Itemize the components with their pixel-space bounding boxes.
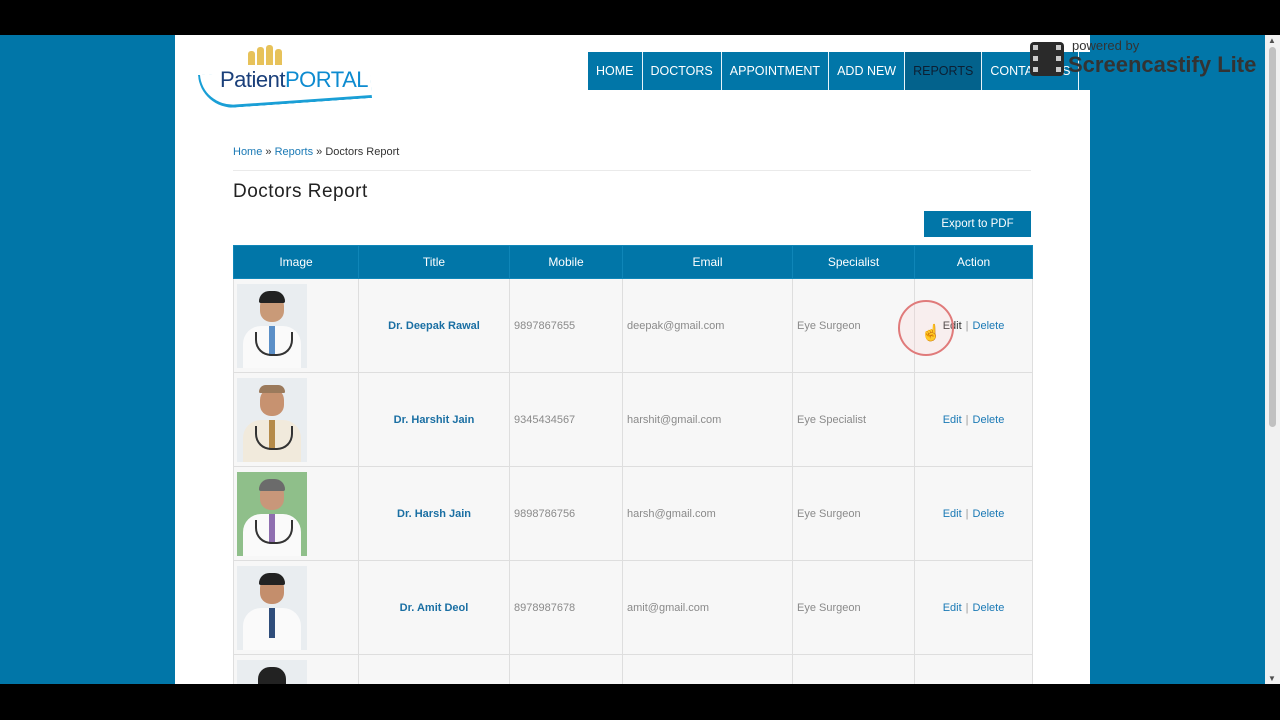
doctor-image-cell bbox=[233, 372, 359, 467]
breadcrumb-separator: » bbox=[262, 146, 275, 158]
breadcrumb-separator: » bbox=[313, 146, 326, 158]
doctor-email: harshit@gmail.com bbox=[622, 372, 793, 467]
column-header-image: Image bbox=[233, 245, 359, 279]
doctor-mobile: 8978987678 bbox=[509, 560, 623, 655]
doctor-mobile: 9345434567 bbox=[509, 372, 623, 467]
page-title: Doctors Report bbox=[233, 181, 368, 202]
breadcrumb-home-link[interactable]: Home bbox=[233, 146, 262, 158]
doctor-specialist: Eye Surgeon bbox=[792, 560, 915, 655]
page-content: PatientPORTAL HOME DOCTORS APPOINTMENT A… bbox=[175, 35, 1090, 684]
doctor-specialist: Eye Specialist bbox=[792, 372, 915, 467]
edit-link[interactable]: Edit bbox=[943, 508, 962, 520]
breadcrumb: Home » Reports » Doctors Report bbox=[233, 146, 399, 158]
table-header-row: Image Title Mobile Email Specialist Acti… bbox=[233, 245, 1033, 279]
nav-doctors[interactable]: DOCTORS bbox=[642, 52, 722, 90]
breadcrumb-divider bbox=[233, 170, 1031, 171]
doctor-title-cell: Dr. Harshit Jain bbox=[358, 372, 510, 467]
doctor-image-cell bbox=[233, 560, 359, 655]
delete-link[interactable]: Delete bbox=[973, 414, 1005, 426]
doctor-photo bbox=[237, 283, 307, 368]
column-header-title: Title bbox=[358, 245, 510, 279]
column-header-email: Email bbox=[622, 245, 793, 279]
breadcrumb-current: Doctors Report bbox=[325, 146, 400, 158]
action-cell: Edit | Delete bbox=[914, 372, 1033, 467]
doctor-email: harsh@gmail.com bbox=[622, 466, 793, 561]
watermark-brand: Screencastify Lite bbox=[1068, 52, 1257, 77]
patient-portal-logo[interactable]: PatientPORTAL bbox=[197, 43, 399, 110]
doctor-mobile: 9897867655 bbox=[509, 278, 623, 373]
doctor-name: Dr. Harshit Jain bbox=[393, 413, 475, 426]
doctor-photo bbox=[237, 565, 307, 650]
doctor-image-cell bbox=[233, 278, 359, 373]
vertical-scrollbar[interactable]: ▲ ▼ bbox=[1265, 35, 1280, 684]
screencastify-watermark: powered by Screencastify Lite bbox=[1030, 38, 1275, 82]
doctor-name: Dr. Amit Deol bbox=[399, 601, 469, 614]
delete-link[interactable]: Delete bbox=[973, 320, 1005, 332]
doctor-email: amit@gmail.com bbox=[622, 560, 793, 655]
doctor-name: Dr. Harsh Jain bbox=[397, 507, 471, 520]
doctor-title-cell: Dr. Amit Deol bbox=[358, 560, 510, 655]
hand-cursor-icon: ☝ bbox=[921, 325, 941, 342]
nav-appointment[interactable]: APPOINTMENT bbox=[721, 52, 830, 90]
watermark-powered-by: powered by bbox=[1072, 38, 1140, 53]
edit-link[interactable]: Edit bbox=[943, 414, 962, 426]
doctor-title-cell: Dr. Harsh Jain bbox=[358, 466, 510, 561]
doctor-photo bbox=[237, 471, 307, 556]
doctor-title-cell: Dr. Deepak Rawal bbox=[358, 278, 510, 373]
table-row: Dr. Harshit Jain 9345434567 harshit@gmai… bbox=[233, 372, 1033, 467]
nav-home[interactable]: HOME bbox=[588, 52, 643, 90]
column-header-specialist: Specialist bbox=[792, 245, 915, 279]
delete-link[interactable]: Delete bbox=[973, 602, 1005, 614]
doctor-specialist: Eye Surgeon bbox=[792, 278, 915, 373]
nav-reports[interactable]: REPORTS bbox=[905, 52, 983, 90]
nav-add-new[interactable]: ADD NEW bbox=[829, 52, 906, 90]
delete-link[interactable]: Delete bbox=[973, 508, 1005, 520]
doctor-photo bbox=[237, 659, 307, 684]
action-cell: Edit | Delete bbox=[914, 466, 1033, 561]
edit-link[interactable]: Edit bbox=[943, 602, 962, 614]
film-icon bbox=[1030, 42, 1064, 76]
doctor-image-cell bbox=[233, 466, 359, 561]
scrollbar-thumb[interactable] bbox=[1269, 47, 1276, 427]
doctor-image-cell bbox=[233, 654, 359, 684]
doctor-specialist: Eye Surgeon bbox=[792, 466, 915, 561]
breadcrumb-reports-link[interactable]: Reports bbox=[275, 146, 314, 158]
action-cell: Edit | Delete bbox=[914, 560, 1033, 655]
main-nav: HOME DOCTORS APPOINTMENT ADD NEW REPORTS… bbox=[588, 52, 1090, 90]
table-row: Dr. Harsh Jain 9898786756 harsh@gmail.co… bbox=[233, 466, 1033, 561]
table-row bbox=[233, 654, 1033, 684]
column-header-mobile: Mobile bbox=[509, 245, 623, 279]
doctor-name: Dr. Deepak Rawal bbox=[388, 319, 480, 332]
doctor-email: deepak@gmail.com bbox=[622, 278, 793, 373]
logo-text: PatientPORTAL bbox=[220, 67, 369, 92]
doctor-mobile: 9898786756 bbox=[509, 466, 623, 561]
doctor-photo bbox=[237, 377, 307, 462]
export-pdf-button[interactable]: Export to PDF bbox=[924, 211, 1031, 237]
table-row: Dr. Amit Deol 8978987678 amit@gmail.com … bbox=[233, 560, 1033, 655]
column-header-action: Action bbox=[914, 245, 1033, 279]
scroll-down-icon[interactable]: ▼ bbox=[1268, 674, 1276, 683]
